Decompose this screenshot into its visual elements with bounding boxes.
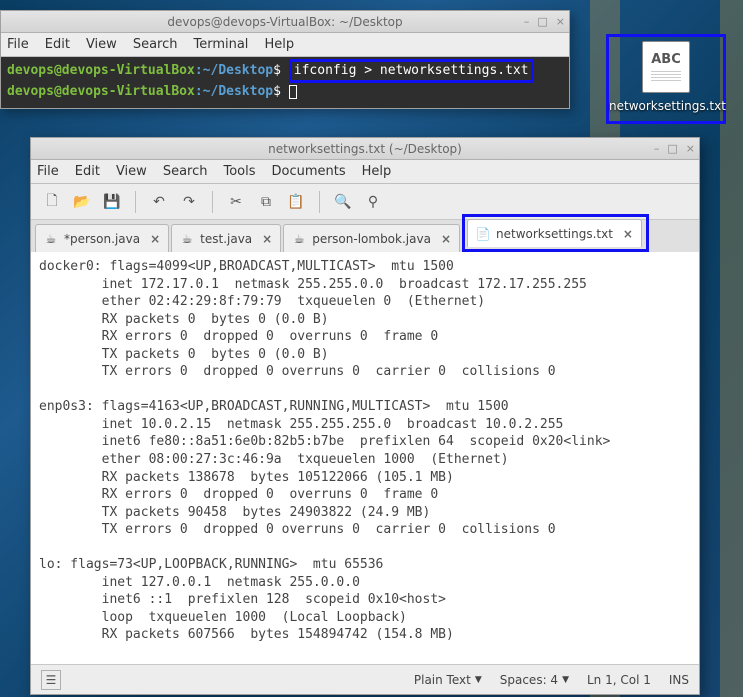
prompt-user: devops@devops-VirtualBox [7, 84, 195, 99]
file-icon-text: ABC [651, 52, 681, 67]
menu-file[interactable]: File [7, 37, 29, 52]
terminal-line: devops@devops-VirtualBox:~/Desktop$ ifco… [7, 59, 563, 83]
tab-person-lombok-java[interactable]: ☕ person-lombok.java × [283, 224, 460, 252]
toolbar-separator [135, 191, 136, 213]
prompt-dollar: $ [273, 84, 281, 99]
toolbar-separator [212, 191, 213, 213]
tab-close-icon[interactable]: × [623, 227, 633, 241]
prompt-user: devops@devops-VirtualBox [7, 63, 195, 78]
tab-close-icon[interactable]: × [150, 232, 160, 246]
window-controls: – □ × [524, 15, 565, 28]
editor-window: networksettings.txt (~/Desktop) – □ × Fi… [30, 137, 700, 695]
editor-titlebar[interactable]: networksettings.txt (~/Desktop) – □ × [31, 138, 699, 160]
menu-terminal[interactable]: Terminal [193, 37, 248, 52]
save-file-icon[interactable]: 💾 [101, 191, 123, 213]
open-file-icon[interactable]: 📂 [71, 191, 93, 213]
menu-file[interactable]: File [37, 164, 59, 179]
terminal-menubar: File Edit View Search Terminal Help [1, 33, 569, 57]
paste-icon[interactable]: 📋 [285, 191, 307, 213]
status-indent[interactable]: Spaces: 4 ▼ [500, 673, 569, 687]
terminal-title: devops@devops-VirtualBox: ~/Desktop [167, 15, 402, 29]
new-file-icon[interactable]: 🗋 [41, 191, 63, 213]
chevron-down-icon: ▼ [475, 675, 482, 685]
terminal-cursor [289, 85, 297, 99]
highlighted-active-tab: 📄 networksettings.txt × [462, 214, 649, 252]
menu-tools[interactable]: Tools [223, 164, 255, 179]
java-icon: ☕ [44, 232, 58, 246]
tab-label: person-lombok.java [312, 232, 431, 246]
minimize-button[interactable]: – [654, 142, 660, 155]
status-cursor-position: Ln 1, Col 1 [587, 673, 651, 687]
redo-icon[interactable]: ↷ [178, 191, 200, 213]
highlighted-command: ifconfig > networksettings.txt [289, 59, 534, 83]
menu-documents[interactable]: Documents [272, 164, 346, 179]
status-language[interactable]: Plain Text ▼ [414, 673, 482, 687]
editor-title: networksettings.txt (~/Desktop) [268, 142, 462, 156]
maximize-button[interactable]: □ [667, 142, 677, 155]
status-insert-mode[interactable]: INS [669, 673, 689, 687]
editor-tab-bar: ☕ *person.java × ☕ test.java × ☕ person-… [31, 220, 699, 252]
java-icon: ☕ [180, 232, 194, 246]
prompt-dollar: $ [273, 63, 281, 78]
menu-view[interactable]: View [116, 164, 147, 179]
terminal-titlebar[interactable]: devops@devops-VirtualBox: ~/Desktop – □ … [1, 11, 569, 33]
text-file-icon: 📄 [476, 227, 490, 241]
menu-view[interactable]: View [86, 37, 117, 52]
java-icon: ☕ [292, 232, 306, 246]
menu-edit[interactable]: Edit [75, 164, 100, 179]
maximize-button[interactable]: □ [537, 15, 547, 28]
tab-networksettings-txt[interactable]: 📄 networksettings.txt × [467, 219, 642, 247]
chevron-down-icon: ▼ [562, 675, 569, 685]
editor-content[interactable]: docker0: flags=4099<UP,BROADCAST,MULTICA… [31, 252, 699, 664]
side-panel-toggle-icon[interactable]: ☰ [41, 670, 61, 690]
prompt-path: ~/Desktop [203, 84, 273, 99]
terminal-line: devops@devops-VirtualBox:~/Desktop$ [7, 83, 563, 101]
tab-label: *person.java [64, 232, 140, 246]
prompt-sep: : [195, 84, 203, 99]
tab-person-java[interactable]: ☕ *person.java × [35, 224, 169, 252]
terminal-command: ifconfig > networksettings.txt [294, 63, 529, 78]
minimize-button[interactable]: – [524, 15, 530, 28]
prompt-path: ~/Desktop [203, 63, 273, 78]
file-icon-preview-lines [651, 71, 681, 83]
tab-label: test.java [200, 232, 252, 246]
prompt-sep: : [195, 63, 203, 78]
replace-icon[interactable]: ⚲ [362, 191, 384, 213]
terminal-body[interactable]: devops@devops-VirtualBox:~/Desktop$ ifco… [1, 57, 569, 108]
tab-close-icon[interactable]: × [441, 232, 451, 246]
menu-search[interactable]: Search [163, 164, 208, 179]
cut-icon[interactable]: ✂ [225, 191, 247, 213]
desktop-file-label: networksettings.txt [609, 99, 723, 113]
menu-search[interactable]: Search [133, 37, 178, 52]
undo-icon[interactable]: ↶ [148, 191, 170, 213]
editor-statusbar: ☰ Plain Text ▼ Spaces: 4 ▼ Ln 1, Col 1 I… [31, 664, 699, 694]
close-button[interactable]: × [556, 15, 565, 28]
menu-help[interactable]: Help [362, 164, 392, 179]
terminal-window: devops@devops-VirtualBox: ~/Desktop – □ … [0, 10, 570, 109]
menu-help[interactable]: Help [264, 37, 294, 52]
desktop-file-networksettings[interactable]: ABC networksettings.txt [606, 34, 726, 124]
text-file-icon: ABC [642, 41, 690, 93]
tab-close-icon[interactable]: × [262, 232, 272, 246]
editor-menubar: File Edit View Search Tools Documents He… [31, 160, 699, 184]
window-controls: – □ × [654, 142, 695, 155]
search-icon[interactable]: 🔍 [332, 191, 354, 213]
tab-label: networksettings.txt [496, 227, 613, 241]
tab-test-java[interactable]: ☕ test.java × [171, 224, 281, 252]
copy-icon[interactable]: ⧉ [255, 191, 277, 213]
close-button[interactable]: × [686, 142, 695, 155]
menu-edit[interactable]: Edit [45, 37, 70, 52]
toolbar-separator [319, 191, 320, 213]
